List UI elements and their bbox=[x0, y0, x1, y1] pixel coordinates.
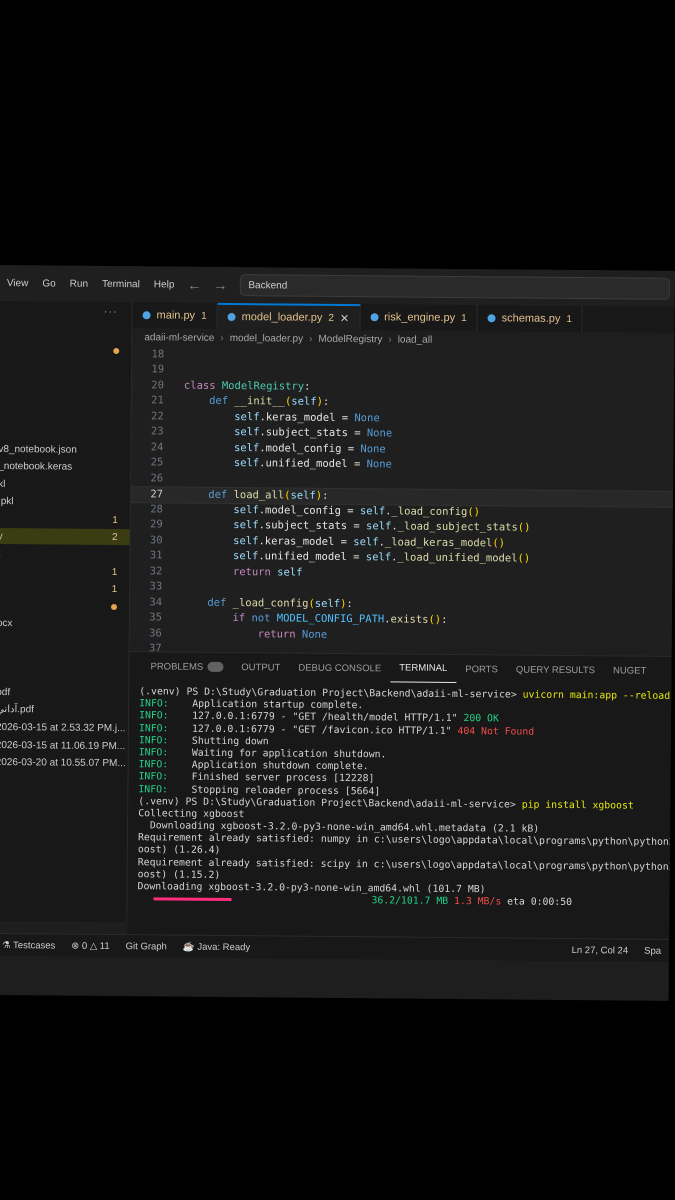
tab-model-loader-py[interactable]: model_loader.py 2 ✕ bbox=[217, 302, 361, 331]
testcases-status[interactable]: ⚗ Testcases bbox=[0, 939, 63, 951]
tab-schemas-py[interactable]: schemas.py 1 bbox=[477, 305, 584, 333]
menu-run[interactable]: Run bbox=[63, 278, 95, 289]
explorer-item[interactable]: v8_notebook.json bbox=[0, 441, 130, 458]
tab-query-results[interactable]: QUERY RESULTS bbox=[507, 655, 604, 684]
status-bar: ⚗ Testcases ⊗ 0 △ 11 Git Graph ☕ Java: R… bbox=[0, 932, 670, 962]
explorer-item[interactable]: ocx bbox=[0, 615, 129, 632]
command-center-search[interactable]: Backend bbox=[239, 274, 670, 300]
tab-ports[interactable]: PORTS bbox=[456, 655, 507, 683]
download-progress-bar bbox=[153, 897, 232, 901]
forward-arrow-icon[interactable]: → bbox=[207, 277, 233, 293]
menu-terminal[interactable]: Terminal bbox=[95, 278, 147, 289]
breadcrumb-file[interactable]: model_loader.py bbox=[230, 333, 303, 345]
menu-help[interactable]: Help bbox=[147, 279, 182, 290]
tab-problems[interactable]: PROBLEMS bbox=[141, 652, 232, 681]
explorer-item[interactable]: 2026-03-15 at 2.53.32 PM.j... bbox=[0, 719, 128, 736]
python-file-icon bbox=[227, 312, 236, 322]
bottom-panel: PROBLEMS OUTPUT DEBUG CONSOLE TERMINAL P… bbox=[127, 651, 675, 947]
flask-icon: ⚗ bbox=[2, 939, 11, 951]
breadcrumb-method[interactable]: load_all bbox=[398, 334, 433, 345]
tab-risk-engine-py[interactable]: risk_engine.py 1 bbox=[360, 304, 478, 332]
explorer-item[interactable]: t bbox=[0, 545, 130, 562]
problem-count-badge: 2 bbox=[112, 531, 118, 543]
back-arrow-icon[interactable]: ← bbox=[181, 277, 207, 293]
chevron-right-icon: › bbox=[309, 333, 313, 345]
modified-dot bbox=[110, 603, 118, 611]
menu-view[interactable]: View bbox=[0, 277, 35, 289]
explorer-item[interactable]: 1 bbox=[0, 511, 130, 528]
warning-icon: △ bbox=[89, 940, 98, 952]
tab-terminal[interactable]: TERMINAL bbox=[390, 654, 457, 683]
coffee-cup-icon: ☕ bbox=[182, 941, 195, 953]
breadcrumb-class[interactable]: ModelRegistry bbox=[318, 333, 382, 345]
terminal-output[interactable]: (.venv) PS D:\Study\Graduation Project\B… bbox=[137, 686, 675, 910]
chevron-right-icon: › bbox=[220, 332, 224, 344]
explorer-item[interactable]: 2026-03-20 at 10.55.07 PM... bbox=[0, 754, 128, 771]
breadcrumb-folder[interactable]: adaii-ml-service bbox=[144, 332, 214, 344]
explorer-item[interactable]: _notebook.keras bbox=[0, 458, 130, 475]
error-icon: ⊗ bbox=[71, 940, 80, 952]
menu-go[interactable]: Go bbox=[35, 278, 62, 289]
problems-count-badge bbox=[207, 661, 224, 672]
problem-count-badge: 1 bbox=[112, 514, 118, 526]
panel-tabs: PROBLEMS OUTPUT DEBUG CONSOLE TERMINAL P… bbox=[129, 652, 671, 685]
problems-status[interactable]: ⊗ 0 △ 11 bbox=[63, 940, 117, 951]
menu-bar: View Go Run Terminal Help ← → Backend bbox=[0, 265, 675, 307]
git-graph-status[interactable]: Git Graph bbox=[118, 941, 175, 952]
explorer-sidebar: ··· v8_notebook.json _notebook.keras kl … bbox=[0, 300, 133, 923]
explorer-item-active[interactable]: y2 bbox=[0, 527, 130, 546]
ellipsis-icon[interactable]: ··· bbox=[104, 306, 118, 318]
python-file-icon bbox=[487, 314, 496, 323]
explorer-item[interactable]: kl bbox=[0, 476, 130, 493]
explorer-item[interactable]: آداني.pdf bbox=[0, 701, 128, 718]
tab-debug-console[interactable]: DEBUG CONSOLE bbox=[289, 654, 390, 683]
java-status[interactable]: ☕ Java: Ready bbox=[175, 941, 258, 953]
python-file-icon bbox=[370, 313, 379, 322]
tab-nuget[interactable]: NUGET bbox=[604, 656, 655, 684]
modified-dot bbox=[113, 347, 120, 355]
tab-main-py[interactable]: main.py 1 bbox=[132, 302, 218, 329]
close-icon[interactable]: ✕ bbox=[340, 311, 349, 324]
command-center-label: Backend bbox=[248, 279, 288, 292]
indentation-status[interactable]: Spa bbox=[636, 945, 669, 956]
tab-output[interactable]: OUTPUT bbox=[232, 653, 289, 681]
problem-count-badge: 1 bbox=[111, 583, 118, 595]
explorer-item[interactable]: 2026-03-15 at 11.06.19 PM... bbox=[0, 737, 128, 754]
cursor-position[interactable]: Ln 27, Col 24 bbox=[564, 944, 637, 956]
explorer-item[interactable]: .pkl bbox=[0, 493, 130, 510]
explorer-item[interactable]: odf bbox=[0, 684, 128, 701]
explorer-item[interactable]: 1 bbox=[0, 580, 129, 597]
python-file-icon bbox=[142, 311, 151, 320]
problem-count-badge: 1 bbox=[111, 566, 118, 578]
chevron-right-icon: › bbox=[388, 333, 392, 345]
vscode-window: View Go Run Terminal Help ← → Backend ··… bbox=[0, 265, 675, 1001]
explorer-item[interactable]: 1 bbox=[0, 563, 129, 580]
code-editor[interactable]: 18 19 20 class ModelRegistry: 21 def __in… bbox=[129, 346, 675, 655]
